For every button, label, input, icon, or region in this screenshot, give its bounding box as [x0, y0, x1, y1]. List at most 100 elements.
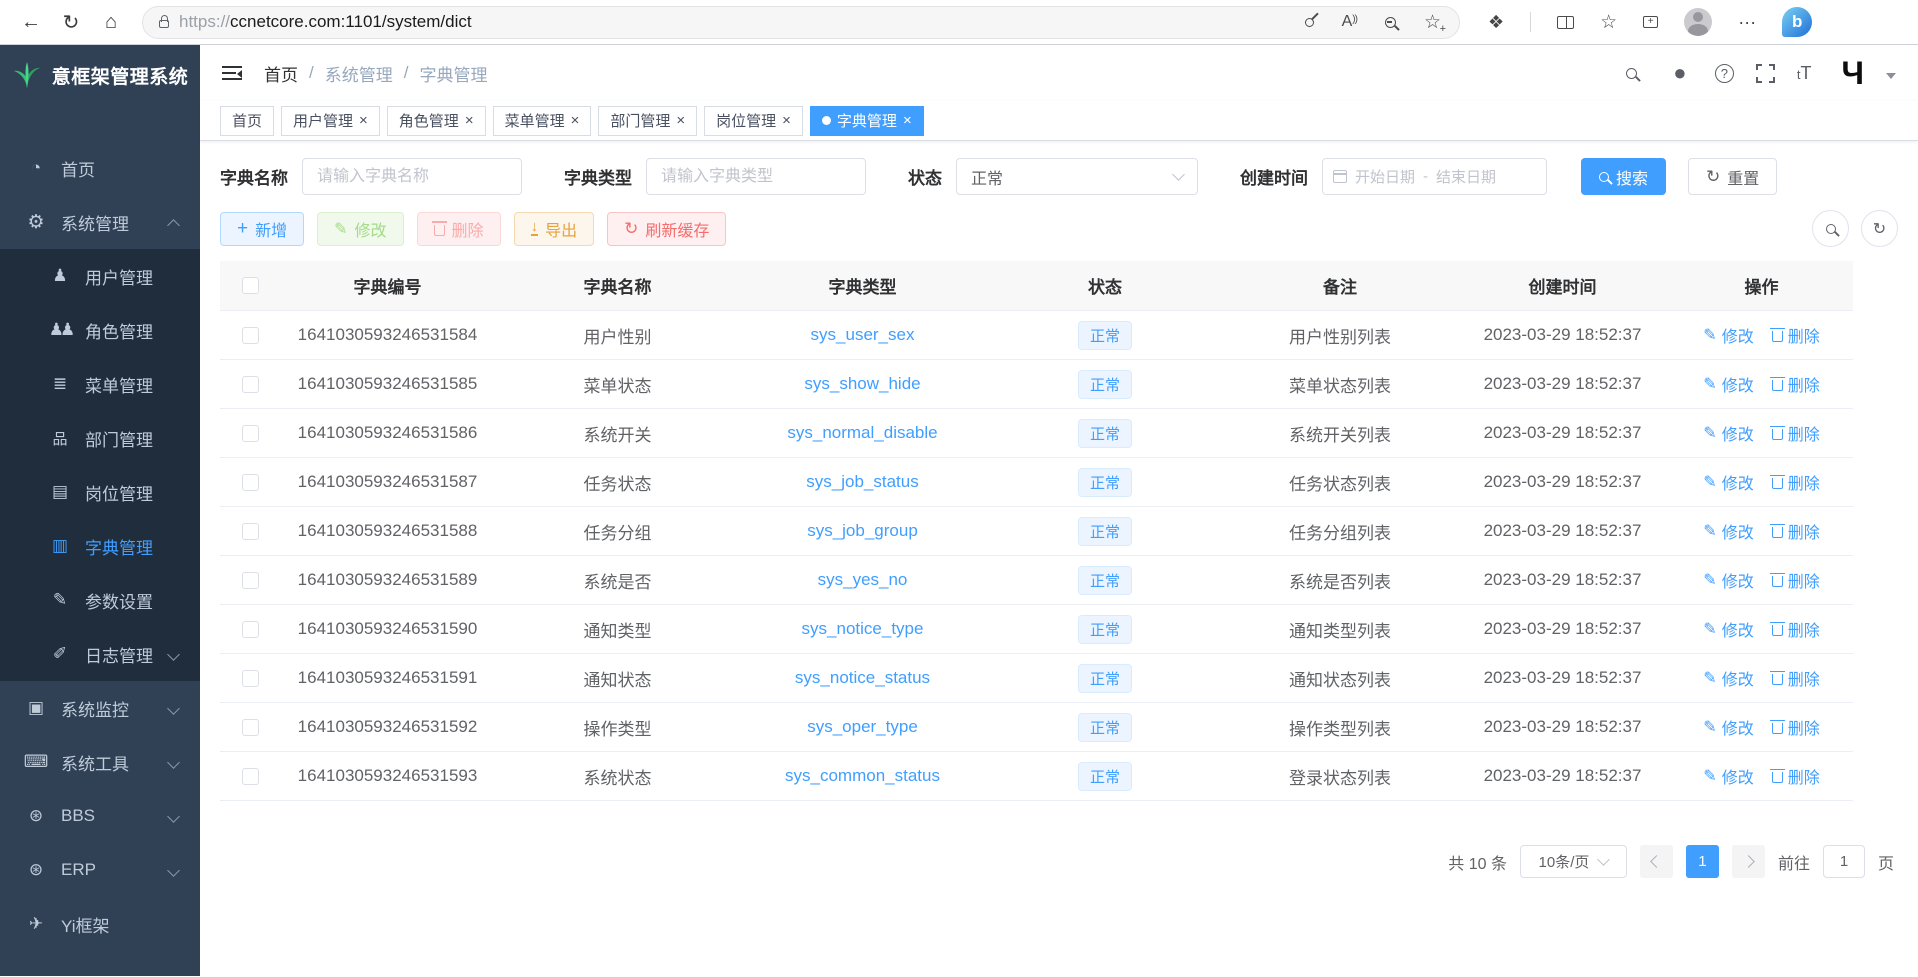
next-page-button[interactable] — [1732, 845, 1765, 878]
tab[interactable]: 字典管理 × — [810, 106, 924, 136]
edit-row-link[interactable]: 修改 — [1703, 323, 1753, 347]
select-all-checkbox[interactable] — [242, 277, 259, 294]
sidebar-item[interactable]: 日志管理 — [0, 627, 200, 681]
copilot-icon[interactable]: b — [1782, 7, 1812, 37]
search-icon[interactable] — [1619, 60, 1645, 86]
sidebar-item[interactable]: 菜单管理 — [0, 357, 200, 411]
row-checkbox[interactable] — [242, 670, 259, 687]
current-page-button[interactable]: 1 — [1686, 845, 1719, 878]
tab[interactable]: 部门管理 × — [598, 106, 697, 136]
sidebar-item[interactable]: 系统管理 — [0, 195, 200, 249]
add-favorite-icon[interactable]: ☆ — [1424, 13, 1441, 32]
row-checkbox[interactable] — [242, 474, 259, 491]
row-checkbox[interactable] — [242, 376, 259, 393]
tab[interactable]: 角色管理 × — [387, 106, 486, 136]
sidebar-item[interactable]: 岗位管理 — [0, 465, 200, 519]
dict-type-link[interactable]: sys_job_status — [806, 472, 918, 492]
row-checkbox[interactable] — [242, 572, 259, 589]
edit-row-link[interactable]: 修改 — [1703, 764, 1753, 788]
dict-type-link[interactable]: sys_oper_type — [807, 717, 918, 737]
show-search-button[interactable] — [1812, 210, 1849, 247]
delete-row-link[interactable]: 删除 — [1772, 470, 1820, 494]
collapse-sidebar-icon[interactable] — [222, 66, 242, 81]
sidebar-item[interactable]: 部门管理 — [0, 411, 200, 465]
sidebar-item[interactable]: ERP — [0, 843, 200, 897]
delete-row-link[interactable]: 删除 — [1772, 519, 1820, 543]
refresh-table-button[interactable]: ↻ — [1861, 210, 1898, 247]
dict-type-input[interactable] — [646, 158, 866, 195]
export-button[interactable]: ↓导出 — [514, 212, 595, 246]
dict-type-link[interactable]: sys_show_hide — [804, 374, 920, 394]
delete-button[interactable]: 删除 — [417, 212, 501, 246]
sidebar-item[interactable]: Yi框架 — [0, 897, 200, 951]
row-checkbox[interactable] — [242, 425, 259, 442]
date-range-picker[interactable]: 开始日期 - 结束日期 — [1322, 158, 1547, 195]
caret-down-icon[interactable] — [1886, 73, 1896, 79]
row-checkbox[interactable] — [242, 621, 259, 638]
delete-row-link[interactable]: 删除 — [1772, 568, 1820, 592]
extensions-icon[interactable]: ❖ — [1488, 13, 1504, 31]
dict-type-link[interactable]: sys_yes_no — [818, 570, 908, 590]
sidebar-item[interactable]: 角色管理 — [0, 303, 200, 357]
home-icon[interactable]: ⌂ — [94, 5, 128, 39]
delete-row-link[interactable]: 删除 — [1772, 715, 1820, 739]
help-icon[interactable]: ? — [1715, 64, 1734, 83]
delete-row-link[interactable]: 删除 — [1772, 666, 1820, 690]
edit-row-link[interactable]: 修改 — [1703, 372, 1753, 396]
sidebar-item[interactable]: 首页 — [0, 141, 200, 195]
read-aloud-icon[interactable]: A)) — [1342, 13, 1357, 31]
text-size-icon[interactable]: tT — [1797, 63, 1812, 84]
sidebar-item[interactable]: 用户管理 — [0, 249, 200, 303]
edit-row-link[interactable]: 修改 — [1703, 568, 1753, 592]
tab[interactable]: 岗位管理 × — [704, 106, 803, 136]
close-tab-icon[interactable]: × — [571, 112, 580, 129]
sidebar-item[interactable]: 系统工具 — [0, 735, 200, 789]
row-checkbox[interactable] — [242, 719, 259, 736]
edit-row-link[interactable]: 修改 — [1703, 421, 1753, 445]
row-checkbox[interactable] — [242, 523, 259, 540]
sidebar-item[interactable]: 字典管理 — [0, 519, 200, 573]
reset-button[interactable]: ↻ 重置 — [1688, 158, 1777, 195]
dict-type-link[interactable]: sys_notice_status — [795, 668, 930, 688]
dict-type-link[interactable]: sys_user_sex — [811, 325, 915, 345]
close-tab-icon[interactable]: × — [903, 112, 912, 129]
dict-type-link[interactable]: sys_notice_type — [802, 619, 924, 639]
password-key-icon[interactable] — [1303, 16, 1316, 29]
app-logo[interactable]: 意框架管理系统 — [0, 45, 200, 105]
page-size-select[interactable]: 10条/页 — [1520, 845, 1627, 878]
goto-page-input[interactable] — [1823, 845, 1865, 878]
user-avatar-logo[interactable]: Ч — [1842, 57, 1864, 89]
close-tab-icon[interactable]: × — [359, 112, 368, 129]
search-button[interactable]: 搜索 — [1581, 158, 1666, 195]
dict-type-link[interactable]: sys_job_group — [807, 521, 918, 541]
edit-button[interactable]: 修改 — [317, 212, 403, 246]
sidebar-item[interactable]: 系统监控 — [0, 681, 200, 735]
refresh-cache-button[interactable]: ↻刷新缓存 — [607, 212, 726, 246]
tab[interactable]: 菜单管理 × — [493, 106, 592, 136]
edit-row-link[interactable]: 修改 — [1703, 666, 1753, 690]
delete-row-link[interactable]: 删除 — [1772, 764, 1820, 788]
delete-row-link[interactable]: 删除 — [1772, 617, 1820, 641]
profile-avatar[interactable] — [1684, 8, 1712, 36]
github-icon[interactable]: ● — [1667, 60, 1693, 86]
edit-row-link[interactable]: 修改 — [1703, 617, 1753, 641]
fullscreen-icon[interactable] — [1756, 64, 1775, 83]
delete-row-link[interactable]: 删除 — [1772, 323, 1820, 347]
close-tab-icon[interactable]: × — [465, 112, 474, 129]
status-select[interactable]: 正常 — [956, 158, 1198, 195]
collections-icon[interactable]: + — [1643, 16, 1658, 28]
breadcrumb-home[interactable]: 首页 — [264, 61, 298, 86]
delete-row-link[interactable]: 删除 — [1772, 421, 1820, 445]
address-bar[interactable]: https://ccnetcore.com:1101/system/dict A… — [142, 6, 1460, 39]
dict-type-link[interactable]: sys_normal_disable — [787, 423, 937, 443]
edit-row-link[interactable]: 修改 — [1703, 715, 1753, 739]
favorites-icon[interactable]: ☆ — [1600, 13, 1617, 32]
split-screen-icon[interactable] — [1557, 16, 1574, 29]
sidebar-item[interactable]: BBS — [0, 789, 200, 843]
refresh-icon[interactable]: ↻ — [54, 5, 88, 39]
zoom-page-icon[interactable] — [1385, 17, 1396, 28]
prev-page-button[interactable] — [1640, 845, 1673, 878]
tab[interactable]: 首页 — [220, 106, 274, 136]
delete-row-link[interactable]: 删除 — [1772, 372, 1820, 396]
dict-name-input[interactable] — [302, 158, 522, 195]
